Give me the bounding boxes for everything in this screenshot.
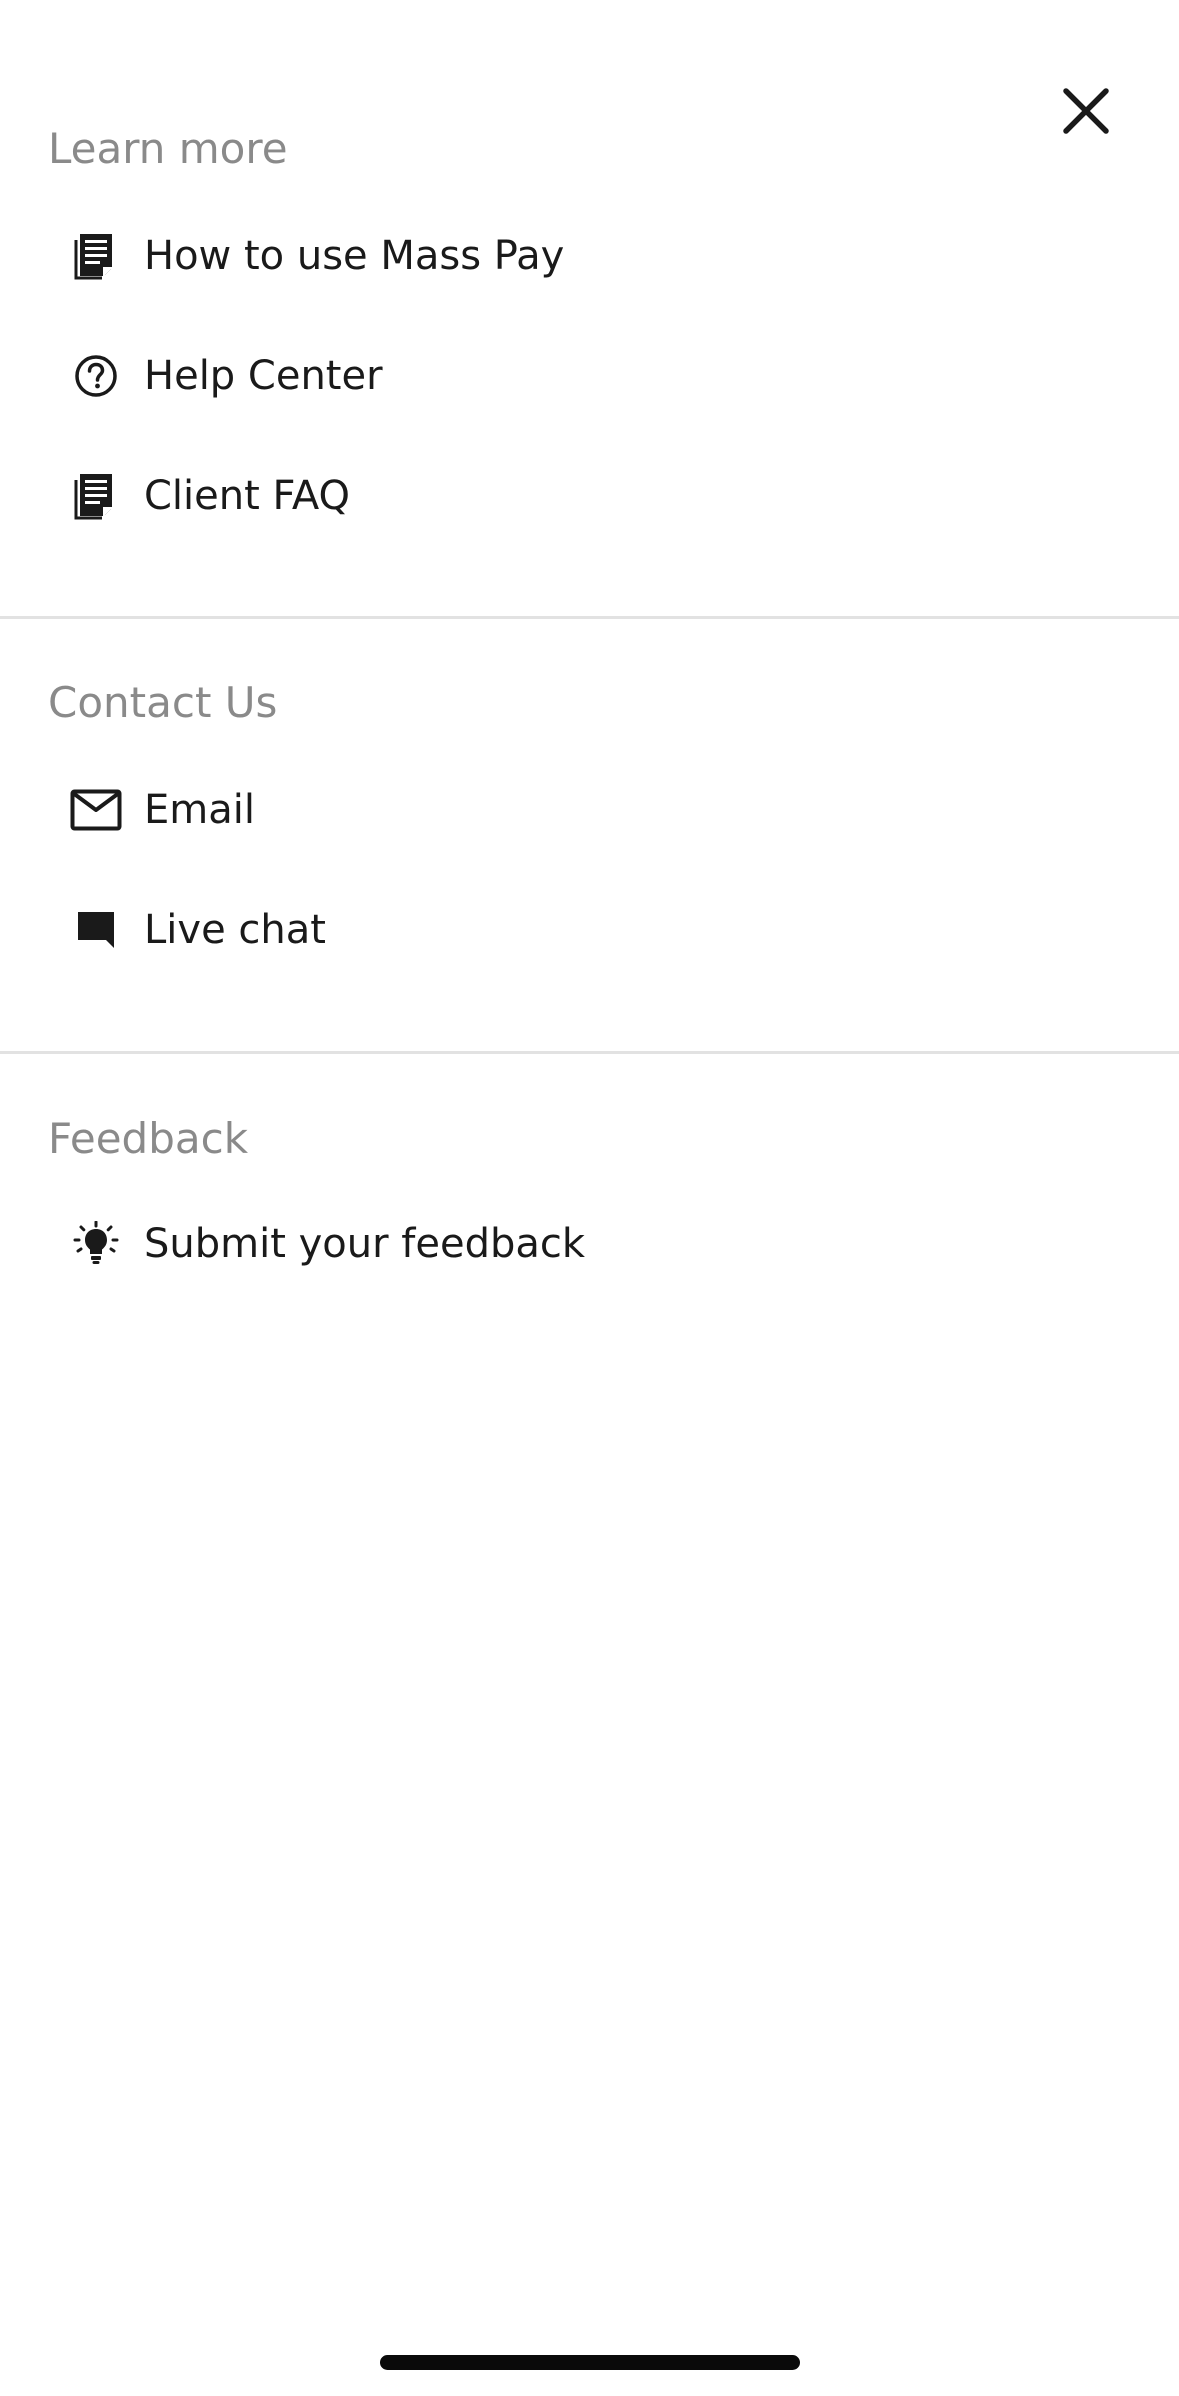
menu-item-label: How to use Mass Pay — [144, 233, 565, 279]
menu-item-label: Live chat — [144, 907, 326, 953]
menu-item-help-center[interactable]: Help Center — [48, 328, 1131, 424]
menu-item-submit-feedback[interactable]: Submit your feedback — [48, 1196, 1131, 1292]
close-icon — [1063, 88, 1109, 134]
menu-item-how-to-use-mass-pay[interactable]: How to use Mass Pay — [48, 208, 1131, 304]
menu-item-label: Client FAQ — [144, 473, 350, 519]
lightbulb-icon — [48, 1196, 144, 1292]
menu-item-client-faq[interactable]: Client FAQ — [48, 448, 1131, 544]
section-divider — [0, 616, 1179, 619]
menu-item-label: Submit your feedback — [144, 1221, 586, 1267]
close-button[interactable] — [1055, 80, 1117, 142]
menu-item-label: Email — [144, 787, 255, 833]
menu-item-live-chat[interactable]: Live chat — [48, 882, 1131, 978]
document-icon — [48, 448, 144, 544]
section-title-contact-us: Contact Us — [48, 678, 278, 727]
section-divider — [0, 1051, 1179, 1054]
menu-item-email[interactable]: Email — [48, 762, 1131, 858]
chat-bubble-icon — [48, 882, 144, 978]
section-title-learn-more: Learn more — [48, 124, 288, 173]
home-indicator[interactable] — [380, 2355, 800, 2370]
mail-icon — [48, 762, 144, 858]
document-icon — [48, 208, 144, 304]
section-title-feedback: Feedback — [48, 1114, 249, 1163]
help-circle-icon — [48, 328, 144, 424]
menu-item-label: Help Center — [144, 353, 383, 399]
